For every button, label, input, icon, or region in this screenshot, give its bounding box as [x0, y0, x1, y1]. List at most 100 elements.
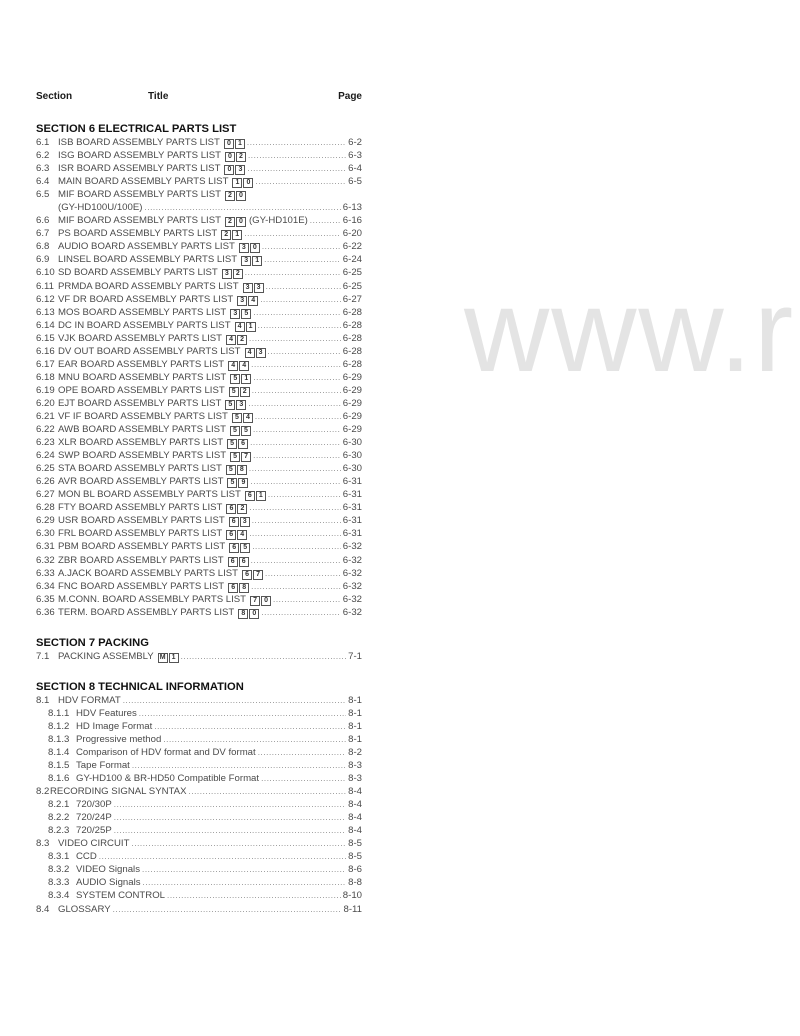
- entry-title: GLOSSARY: [58, 903, 111, 916]
- toc-entry[interactable]: 7.1 PACKING ASSEMBLYM1 7-1: [36, 650, 362, 663]
- toc-entry[interactable]: 6.7 PS BOARD ASSEMBLY PARTS LIST21 6-20: [36, 227, 362, 241]
- toc-entry[interactable]: 6.27MON BL BOARD ASSEMBLY PARTS LIST61 6-…: [36, 488, 362, 502]
- toc-entry[interactable]: 8.2.3 720/25P 8-4: [36, 824, 362, 837]
- toc-entry[interactable]: 6.20EJT BOARD ASSEMBLY PARTS LIST53 6-29: [36, 397, 362, 410]
- entry-number: 6.34: [36, 580, 55, 592]
- board-code: 66: [227, 556, 249, 567]
- toc-entry[interactable]: 6.4 MAIN BOARD ASSEMBLY PARTS LIST10 6-5: [36, 175, 362, 189]
- toc-entry[interactable]: 6.36TERM. BOARD ASSEMBLY PARTS LIST80 6-3…: [36, 606, 362, 619]
- toc-entry[interactable]: 6.8 AUDIO BOARD ASSEMBLY PARTS LIST30 6-22: [36, 240, 362, 254]
- entry-title-text: LINSEL BOARD ASSEMBLY PARTS LIST: [58, 254, 238, 266]
- toc-entry[interactable]: 8.1.4 Comparison of HDV format and DV for…: [36, 746, 362, 759]
- board-code-box-icon: 5: [230, 452, 241, 463]
- toc-entry[interactable]: 8.1.5 Tape Format 8-3: [36, 759, 362, 772]
- toc-entry[interactable]: 6.17EAR BOARD ASSEMBLY PARTS LIST446-28: [36, 358, 362, 371]
- entry-number: 6.26: [36, 476, 55, 488]
- toc-entry[interactable]: 6.12VF DR BOARD ASSEMBLY PARTS LIST34 6-2…: [36, 293, 362, 306]
- board-code-box-icon: 5: [231, 412, 242, 423]
- dot-leader: [163, 733, 346, 746]
- toc-entry[interactable]: 8.1.2 HD Image Format 8-1: [36, 720, 362, 733]
- board-code: 58: [225, 465, 247, 476]
- entry-number: 8.2: [36, 786, 50, 798]
- entry-number: 8.2.1: [48, 799, 70, 811]
- toc-entry[interactable]: 8.1.1 HDV Features 8-1: [36, 707, 362, 720]
- toc-entry[interactable]: 6.31PBM BOARD ASSEMBLY PARTS LIST65 6-32: [36, 540, 362, 554]
- dot-leader: [253, 423, 341, 436]
- toc-entry[interactable]: 6.10SD BOARD ASSEMBLY PARTS LIST32 6-25: [36, 266, 362, 280]
- toc-entry[interactable]: 6.35M.CONN. BOARD ASSEMBLY PARTS LIST70 6…: [36, 593, 362, 606]
- entry-number: 8.4: [36, 903, 50, 915]
- toc-entry[interactable]: 6.6 MIF BOARD ASSEMBLY PARTS LIST 2 0 (GY-HD…: [36, 214, 362, 228]
- toc-entry[interactable]: 8.2.2 720/24P 8-4: [36, 811, 362, 824]
- board-code-box-icon: 1: [168, 652, 179, 663]
- entry-number: 6.23: [36, 437, 55, 449]
- toc-entry[interactable]: 8.2RECORDING SIGNAL SYNTAX 8-4: [36, 785, 362, 798]
- entry-page: 8-6: [348, 864, 362, 876]
- dot-leader: [249, 462, 341, 475]
- dot-leader: [262, 240, 341, 253]
- section-heading: SECTION 7 PACKING: [36, 636, 149, 649]
- toc-entry[interactable]: 6.33A.JACK BOARD ASSEMBLY PARTS LIST67 6-…: [36, 567, 362, 580]
- entry-title: Progressive method: [76, 733, 161, 746]
- toc-entry[interactable]: 8.1.3 Progressive method 8-1: [36, 733, 362, 746]
- entry-title-text: OPE BOARD ASSEMBLY PARTS LIST: [58, 384, 225, 396]
- entry-title: FRL BOARD ASSEMBLY PARTS LIST 6 4: [58, 527, 248, 541]
- toc-entry[interactable]: 6.26AVR BOARD ASSEMBLY PARTS LIST59 6-31: [36, 475, 362, 489]
- entry-number: 6.30: [36, 528, 55, 540]
- toc-entry[interactable]: 6.13MOS BOARD ASSEMBLY PARTS LIST35 6-28: [36, 306, 362, 319]
- toc-entry[interactable]: 6.24SWP BOARD ASSEMBLY PARTS LIST57 6-30: [36, 449, 362, 463]
- board-code-box-icon: 6: [226, 530, 237, 541]
- toc-entry[interactable]: 6.5 MIF BOARD ASSEMBLY PARTS LIST 2 0: [36, 188, 362, 202]
- board-code: 56: [226, 439, 249, 450]
- toc-entry[interactable]: 6.18MNU BOARD ASSEMBLY PARTS LIST51 6-29: [36, 371, 362, 384]
- board-code-box-icon: 3: [230, 308, 241, 319]
- dot-leader: [139, 707, 346, 720]
- toc-entry[interactable]: (GY-HD100U/100E) 6-13: [36, 201, 362, 214]
- board-code: 55: [229, 426, 251, 437]
- toc-entry[interactable]: 8.1 HDV FORMAT 8-1: [36, 694, 362, 707]
- toc-entry[interactable]: 6.25STA BOARD ASSEMBLY PARTS LIST58 6-30: [36, 462, 362, 476]
- toc-entry[interactable]: 6.30FRL BOARD ASSEMBLY PARTS LIST64 6-31: [36, 527, 362, 541]
- board-code-box-icon: 3: [221, 269, 232, 280]
- toc-entry[interactable]: 6.1 ISB BOARD ASSEMBLY PARTS LIST01 6-2: [36, 136, 362, 149]
- entry-title-text: ISR BOARD ASSEMBLY PARTS LIST: [58, 163, 221, 175]
- board-code: 65: [228, 543, 251, 554]
- entry-number: 6.24: [36, 450, 55, 462]
- toc-entry[interactable]: 8.3 VIDEO CIRCUIT 8-5: [36, 837, 362, 850]
- toc-entry[interactable]: 8.3.1 CCD 8-5: [36, 850, 362, 863]
- toc-entry[interactable]: 6.34FNC BOARD ASSEMBLY PARTS LIST68 6-32: [36, 580, 362, 593]
- board-code-box-icon: 9: [238, 478, 249, 489]
- toc-entry[interactable]: 6.11PRMDA BOARD ASSEMBLY PARTS LIST336-2…: [36, 280, 362, 293]
- entry-number: 6.20: [36, 397, 55, 409]
- entry-title: MNU BOARD ASSEMBLY PARTS LIST 5 1: [58, 371, 252, 384]
- toc-entry[interactable]: 8.1.6 GY-HD100 & BR-HD50 Compatible Forma…: [36, 772, 362, 785]
- entry-title-text: Comparison of HDV format and DV format: [76, 746, 256, 758]
- toc-entry[interactable]: 8.3.3 AUDIO Signals 8-8: [36, 876, 362, 889]
- entry-title-text: VIDEO Signals: [76, 864, 140, 876]
- entry-title: ISG BOARD ASSEMBLY PARTS LIST 0 2: [58, 149, 246, 163]
- entry-title-text: EAR BOARD ASSEMBLY PARTS LIST: [58, 358, 225, 370]
- toc-entry[interactable]: 6.16DV OUT BOARD ASSEMBLY PARTS LIST43 6-…: [36, 345, 362, 358]
- toc-entry[interactable]: 6.2 ISG BOARD ASSEMBLY PARTS LIST02 6-3: [36, 149, 362, 163]
- toc-entry[interactable]: 6.22AWB BOARD ASSEMBLY PARTS LIST556-29: [36, 423, 362, 437]
- toc-entry[interactable]: 6.15VJK BOARD ASSEMBLY PARTS LIST42 6-28: [36, 332, 362, 345]
- board-code-box-icon: 0: [235, 191, 246, 202]
- entry-title-text: GLOSSARY: [58, 903, 111, 915]
- toc-entry[interactable]: 8.2.1 720/30P 8-4: [36, 798, 362, 811]
- toc-entry[interactable]: 8.3.4 SYSTEM CONTROL 8-10: [36, 889, 362, 902]
- toc-entry[interactable]: 6.19OPE BOARD ASSEMBLY PARTS LIST52 6-29: [36, 384, 362, 397]
- toc-entry[interactable]: 6.32ZBR BOARD ASSEMBLY PARTS LIST666-32: [36, 554, 362, 567]
- entry-number: 8.1.3: [48, 733, 70, 745]
- toc-entry[interactable]: 8.4 GLOSSARY 8-11: [36, 903, 362, 916]
- toc-entry[interactable]: 6.14DC IN BOARD ASSEMBLY PARTS LIST41 6-2…: [36, 319, 362, 332]
- dot-leader: [123, 694, 346, 707]
- toc-entry[interactable]: 6.9 LINSEL BOARD ASSEMBLY PARTS LIST31 6-2…: [36, 253, 362, 267]
- toc-entry[interactable]: 6.23XLR BOARD ASSEMBLY PARTS LIST56 6-30: [36, 436, 362, 450]
- entry-title: MOS BOARD ASSEMBLY PARTS LIST 3 5: [58, 306, 252, 319]
- toc-entry[interactable]: 6.3 ISR BOARD ASSEMBLY PARTS LIST03 6-4: [36, 162, 362, 176]
- toc-entry[interactable]: 6.29USR BOARD ASSEMBLY PARTS LIST63 6-31: [36, 514, 362, 528]
- toc-entry[interactable]: 6.21VF IF BOARD ASSEMBLY PARTS LIST54 6-2…: [36, 410, 362, 423]
- toc-entry[interactable]: 6.28FTY BOARD ASSEMBLY PARTS LIST62 6-31: [36, 501, 362, 515]
- toc-entry[interactable]: 8.3.2 VIDEO Signals 8-6: [36, 863, 362, 876]
- entry-page: 8-4: [348, 799, 362, 811]
